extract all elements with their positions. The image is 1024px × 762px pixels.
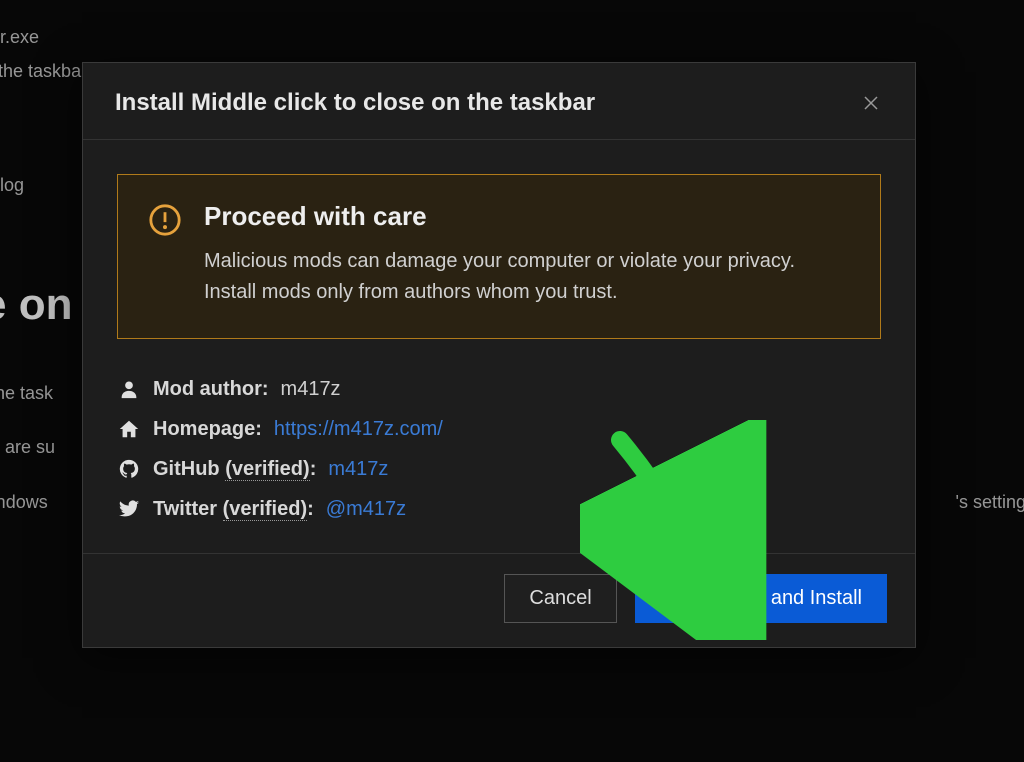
twitter-label: Twitter	[153, 498, 217, 520]
twitter-verified: (verified)	[223, 498, 307, 521]
author-value: m417z	[281, 378, 341, 401]
person-icon	[117, 377, 141, 401]
github-label: GitHub	[153, 458, 220, 480]
mod-info: Mod author: m417z Homepage: https://m417…	[117, 369, 881, 529]
author-label: Mod author:	[153, 378, 269, 401]
dialog-footer: Cancel Accept Risk and Install	[83, 553, 915, 647]
home-icon	[117, 417, 141, 441]
warning-title: Proceed with care	[204, 201, 850, 232]
close-button[interactable]	[859, 91, 883, 115]
homepage-link[interactable]: https://m417z.com/	[274, 418, 443, 441]
warning-message: Malicious mods can damage your computer …	[204, 246, 850, 308]
warning-text: Proceed with care Malicious mods can dam…	[204, 201, 850, 308]
github-icon	[117, 457, 141, 481]
dialog-header: Install Middle click to close on the tas…	[83, 63, 915, 140]
twitter-icon	[117, 497, 141, 521]
close-icon	[862, 94, 880, 112]
github-link[interactable]: m417z	[328, 458, 388, 481]
warning-icon	[148, 203, 182, 237]
info-row-github: GitHub (verified): m417z	[117, 449, 881, 489]
warning-box: Proceed with care Malicious mods can dam…	[117, 174, 881, 339]
twitter-link[interactable]: @m417z	[326, 498, 406, 521]
info-row-twitter: Twitter (verified): @m417z	[117, 489, 881, 529]
install-dialog: Install Middle click to close on the tas…	[82, 62, 916, 648]
dialog-body: Proceed with care Malicious mods can dam…	[83, 140, 915, 553]
dialog-title: Install Middle click to close on the tas…	[115, 89, 595, 117]
homepage-label: Homepage:	[153, 418, 262, 441]
accept-button[interactable]: Accept Risk and Install	[635, 574, 887, 623]
info-row-homepage: Homepage: https://m417z.com/	[117, 409, 881, 449]
cancel-button[interactable]: Cancel	[504, 574, 616, 623]
github-verified: (verified)	[225, 458, 309, 481]
info-row-author: Mod author: m417z	[117, 369, 881, 409]
